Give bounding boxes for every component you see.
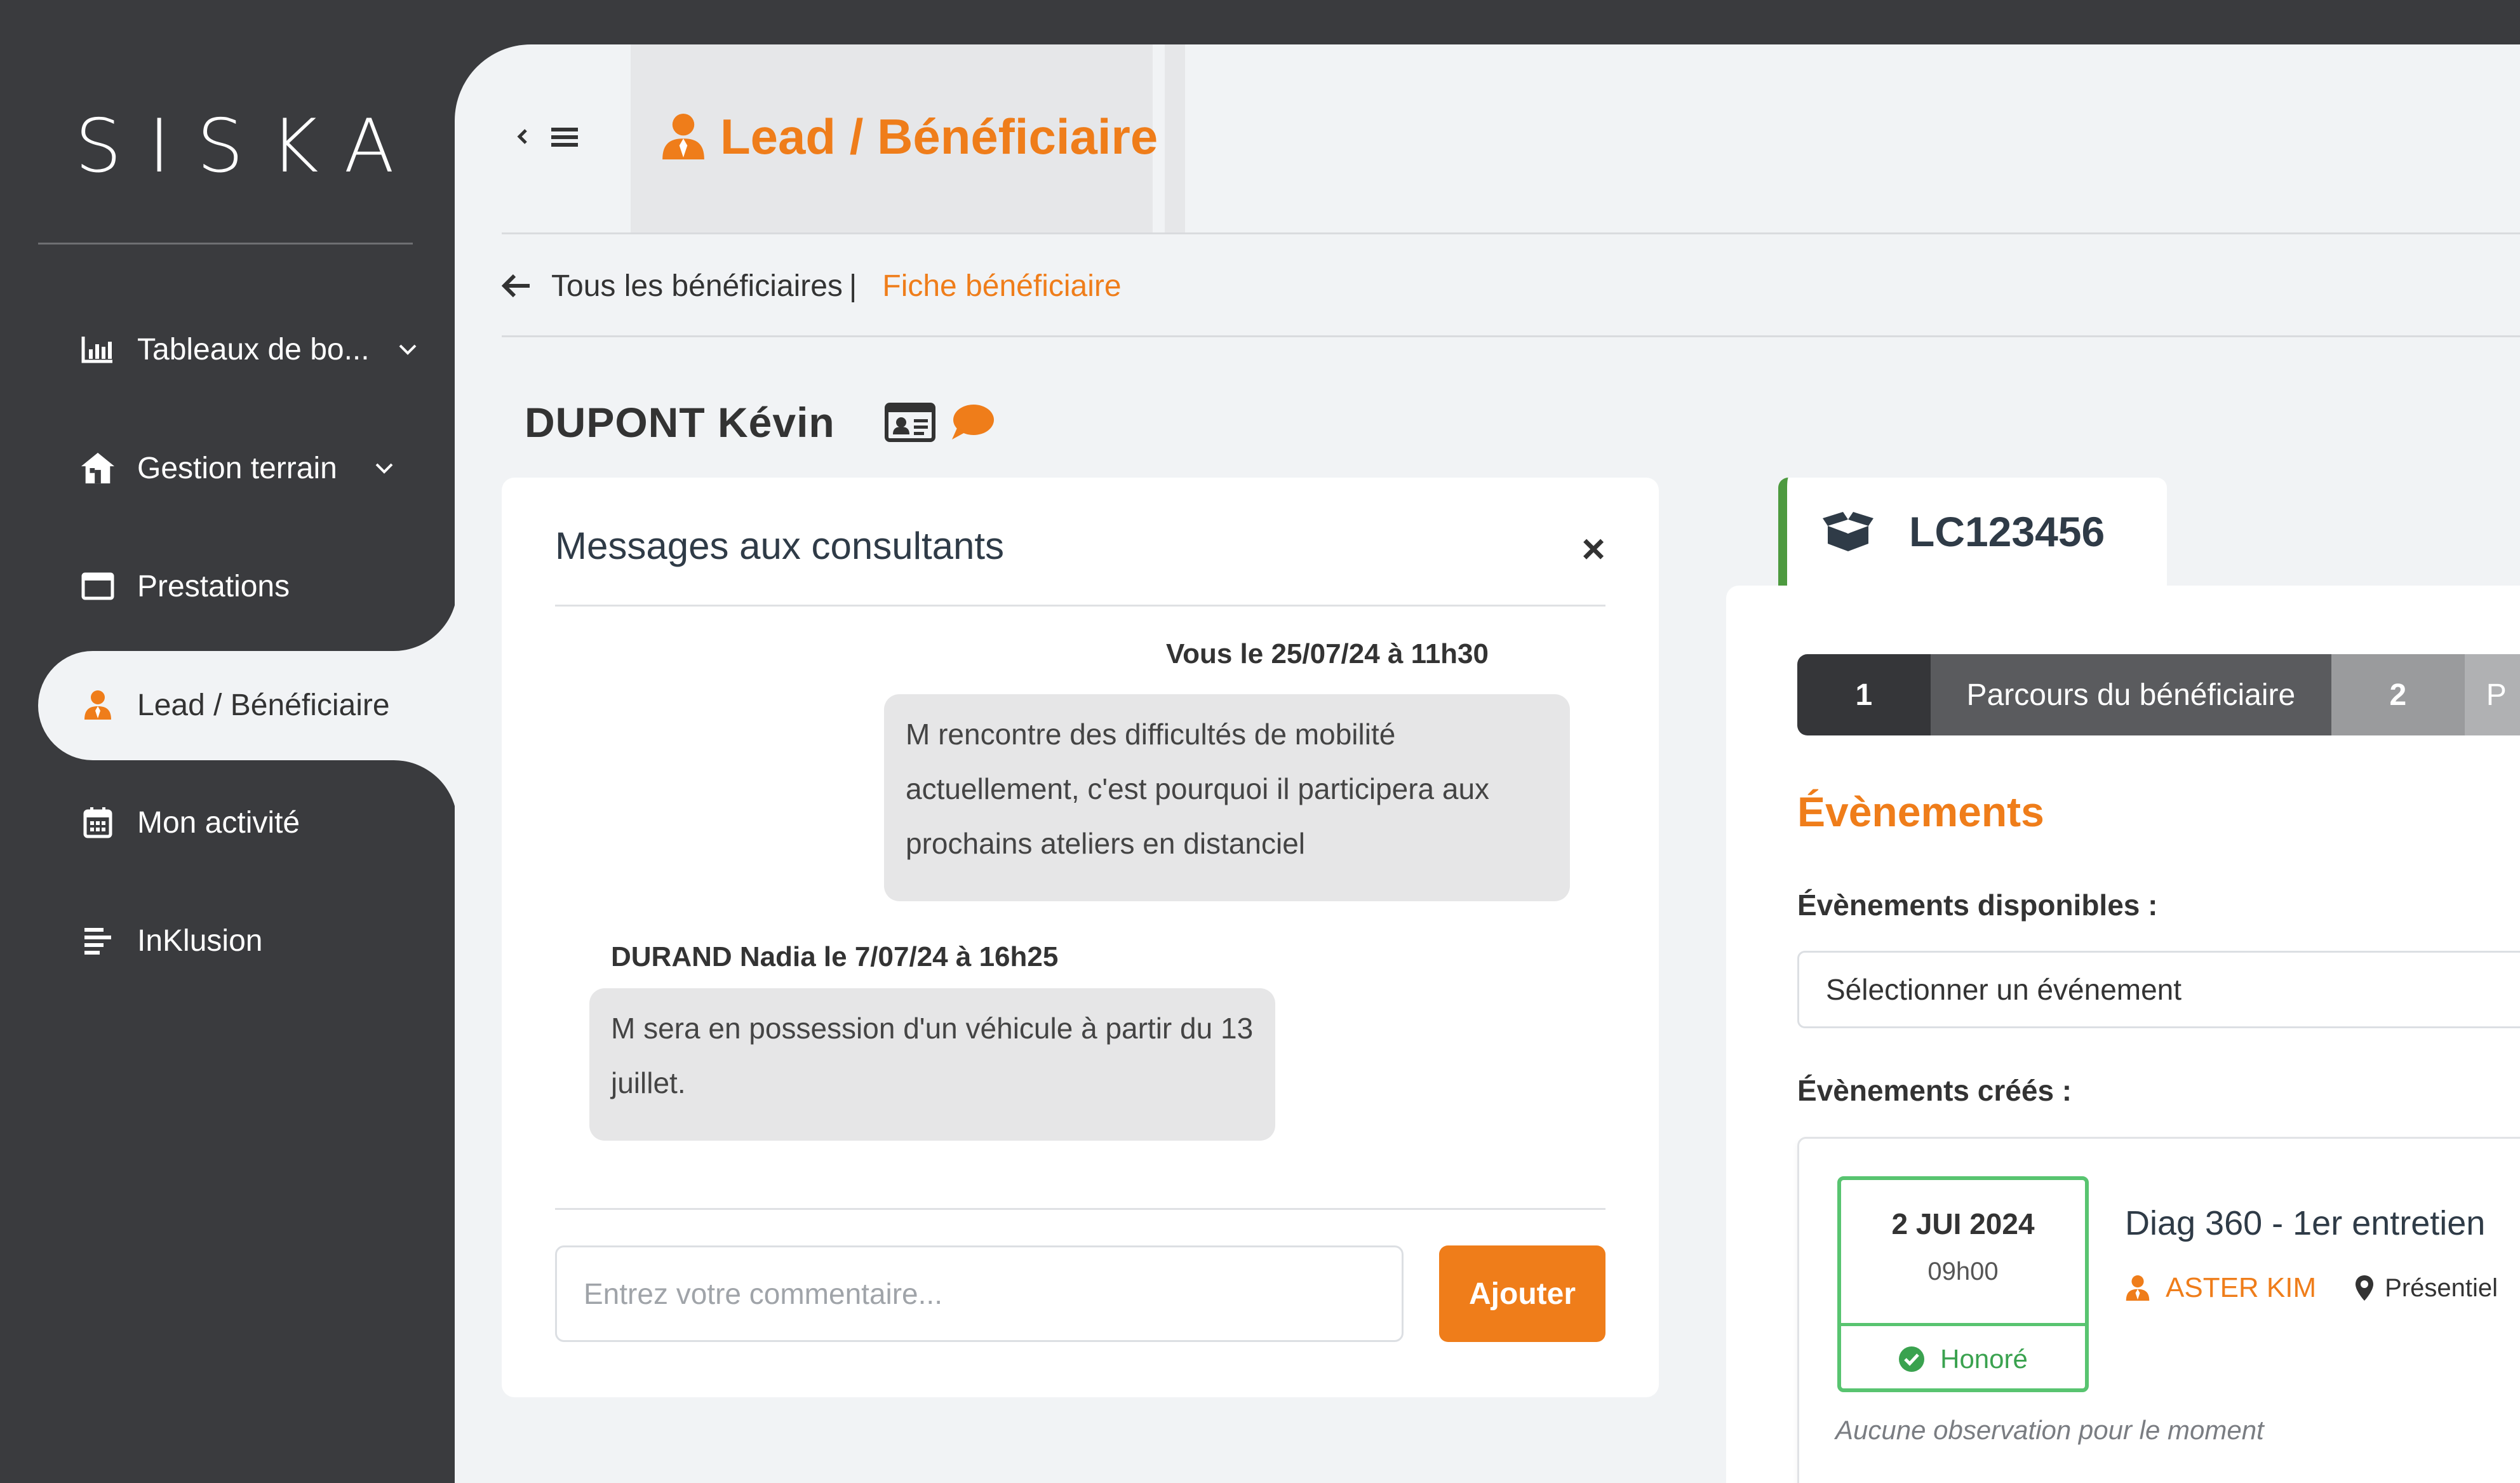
events-title: Évènements [1797,788,2044,835]
event-note: Aucune observation pour le moment [1835,1415,2264,1445]
sidebar-item-label: Lead / Bénéficiaire [137,688,390,722]
file-code-tab[interactable]: LC123456 [1778,478,2167,586]
step-number[interactable]: 1 [1797,654,1931,735]
messages-title: Messages aux consultants [555,525,1005,567]
page-header: Lead / Bénéficiaire [660,102,1158,171]
chart-bar-icon [80,332,116,367]
id-card-icon[interactable] [884,403,935,442]
header-divider [502,232,2520,234]
breadcrumb-separator: | [848,269,857,303]
available-events-label: Évènements disponibles : [1797,889,2158,922]
step-label[interactable]: P [2464,654,2520,735]
event-select[interactable]: Sélectionner un événement [1797,951,2520,1028]
sidebar-item-label: Prestations [137,569,290,603]
event-date-divider [1841,1323,2085,1326]
window-icon [80,568,116,604]
sidebar-item-label: Tableaux de bo... [137,332,370,366]
header-separator [1165,44,1185,232]
sidebar-item-tableaux-de-bord[interactable]: Tableaux de bo... [38,295,457,403]
brand-name: SISKA [75,103,421,189]
event-mode: Présentiel [2385,1273,2498,1302]
sidebar-item-label: Mon activité [137,805,300,840]
event-time: 09h00 [1927,1258,1999,1285]
menu-collapse-icon [517,128,578,147]
sidebar-divider [38,243,413,245]
breadcrumb-divider [502,335,2520,337]
person-name: DUPONT Kévin [525,399,835,446]
step-label[interactable]: Parcours du bénéficiaire [1930,654,2331,735]
message-bubble: M sera en possession d'un véhicule à par… [589,988,1275,1141]
breadcrumb-current[interactable]: Fiche bénéficiaire [882,269,1121,304]
created-events-label: Évènements créés : [1797,1074,2072,1107]
open-box-icon [1823,512,1873,551]
event-select-value: Sélectionner un événement [1826,973,2182,1006]
map-pin-icon [2356,1275,2374,1301]
breadcrumb: Tous les bénéficiaires | Fiche bénéficia… [502,260,1122,311]
messages-divider [555,605,1605,607]
event-title: Diag 360 - 1er entretien [2125,1204,2486,1242]
file-code: LC123456 [1909,508,2105,555]
sidebar-item-inklusion[interactable]: InKlusion [38,887,457,995]
messages-divider [555,1208,1605,1210]
calendar-icon [80,805,116,840]
sidebar-toggle-button[interactable] [516,114,586,159]
event-meta: ASTER KIM Présentiel [2125,1266,2498,1310]
sidebar-item-mon-activite[interactable]: Mon activité [38,768,457,876]
sidebar-item-gestion-terrain[interactable]: Gestion terrain [38,414,457,522]
page-title: Lead / Bénéficiaire [720,108,1158,164]
user-icon [662,114,704,159]
event-status: Honoré [1940,1344,2028,1374]
breadcrumb-back-link[interactable]: Tous les bénéficiaires [551,269,843,304]
check-circle-icon [1899,1346,1925,1372]
user-icon [80,687,116,723]
brand-logo[interactable]: SISKA [53,104,409,189]
message-bubble: M rencontre des difficultés de mobilité … [884,694,1570,901]
list-icon [80,923,116,958]
message-meta: Vous le 25/07/24 à 11h30 [1166,638,1489,669]
sidebar-item-label: Gestion terrain [137,451,337,485]
message-meta: DURAND Nadia le 7/07/24 à 16h25 [611,941,1059,972]
sidebar-item-lead-beneficiaire[interactable]: Lead / Bénéficiaire [38,651,457,759]
user-icon [2126,1275,2150,1301]
house-icon [80,450,116,486]
close-button[interactable]: × [1575,528,1612,569]
chat-bubble-icon[interactable] [949,403,995,442]
step-number[interactable]: 2 [2331,654,2465,735]
event-consultant[interactable]: ASTER KIM [2166,1272,2316,1304]
arrow-left-icon[interactable] [502,273,532,299]
event-date: 2 JUI 2024 [1891,1207,2035,1240]
event-status-badge: Honoré [1841,1340,2085,1378]
comment-input[interactable] [555,1245,1404,1342]
sidebar-item-label: InKlusion [137,923,263,958]
person-header: DUPONT Kévin [525,394,995,451]
sidebar-item-prestations[interactable]: Prestations [38,532,457,640]
stepper: 1 Parcours du bénéficiaire 2 P [1797,654,2520,735]
add-comment-button[interactable]: Ajouter [1439,1245,1605,1342]
chevron-down-icon [399,344,417,355]
chevron-down-icon [375,463,393,474]
